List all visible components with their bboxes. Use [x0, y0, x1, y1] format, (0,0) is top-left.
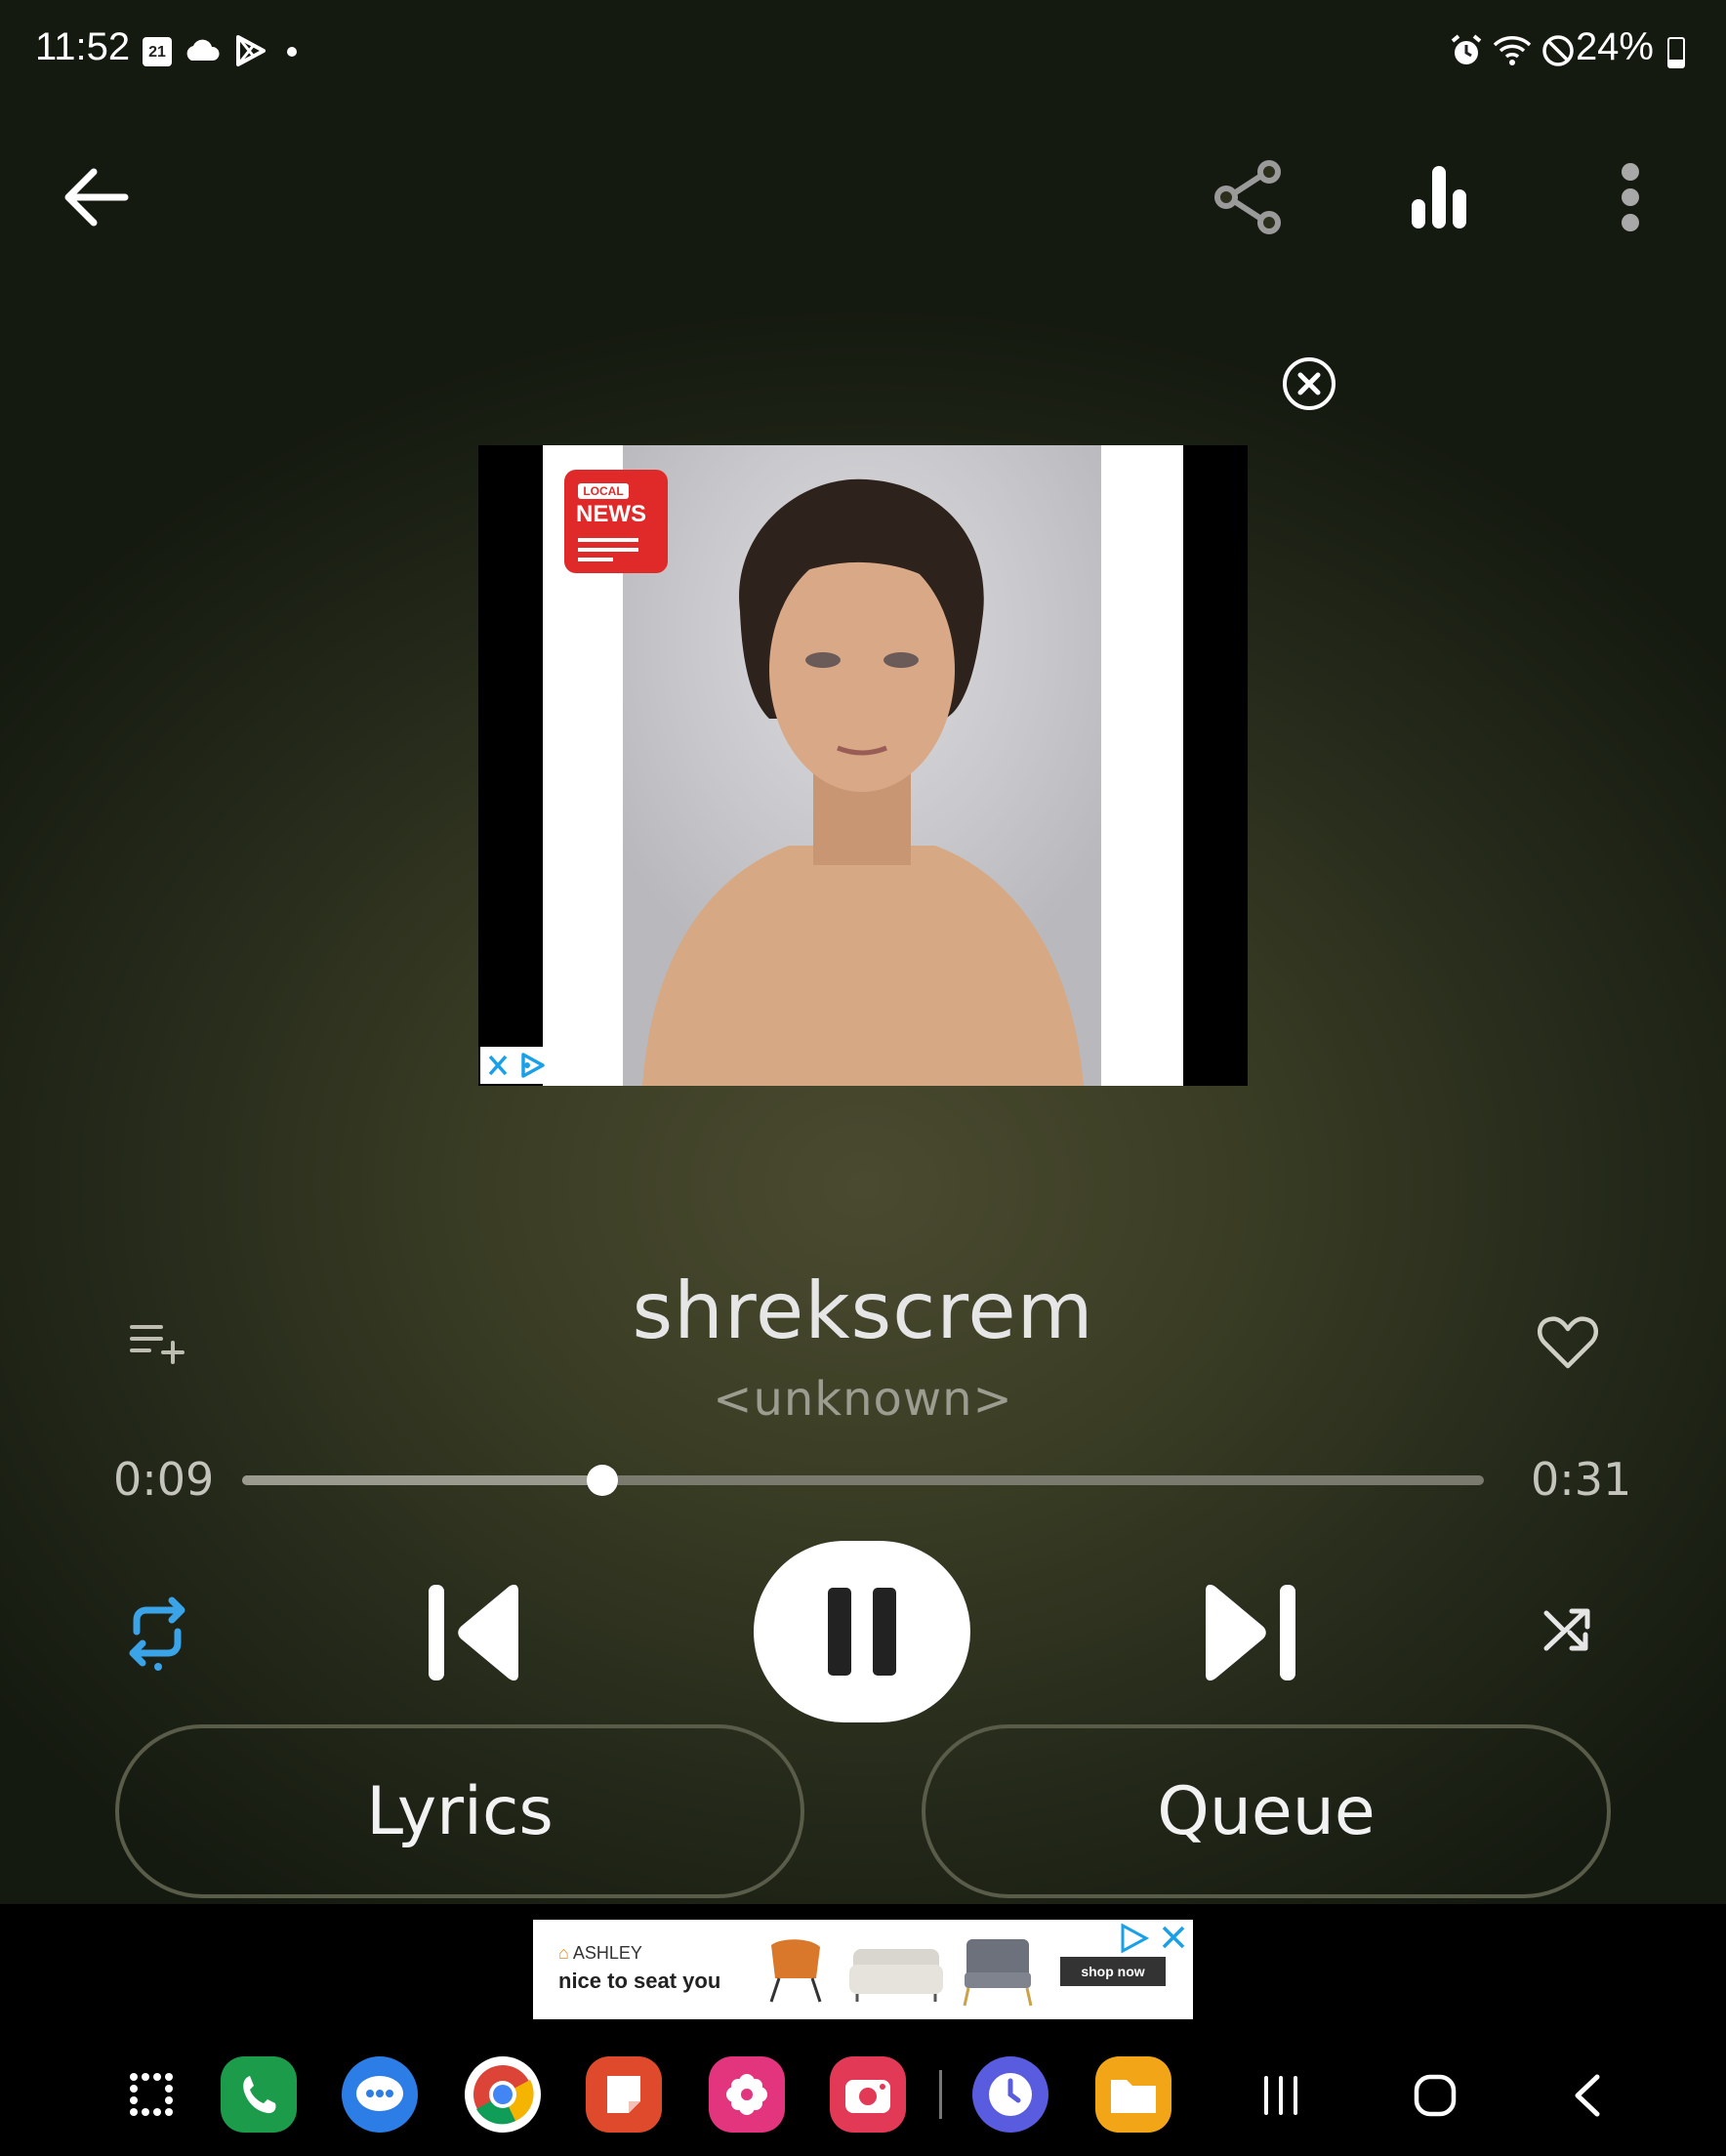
- equalizer-icon: [1412, 166, 1466, 228]
- chrome-app-icon: [473, 2065, 534, 2125]
- dock-divider: [939, 2070, 942, 2119]
- repeat-icon: [129, 1596, 185, 1671]
- ad-photo: [623, 445, 1101, 1086]
- ad-badge-big-label: NEWS: [576, 501, 646, 527]
- back-button[interactable]: [47, 148, 144, 246]
- status-bar: 11:52 21 24%: [0, 0, 1726, 107]
- song-artist: <unknown>: [713, 1372, 1013, 1427]
- messages-app-icon: [356, 2076, 403, 2111]
- cloud-icon: [186, 39, 220, 61]
- battery-icon: [1667, 37, 1685, 68]
- files-app[interactable]: [1095, 2056, 1171, 2133]
- ad-close-icon: [1283, 357, 1336, 410]
- notes-app-icon: [607, 2076, 640, 2113]
- banner-ad-choices-icon[interactable]: [1117, 1922, 1191, 1955]
- home-icon: [1414, 2074, 1457, 2117]
- messages-app[interactable]: [342, 2056, 418, 2133]
- camera-app[interactable]: [830, 2056, 906, 2133]
- clock-app-icon: [989, 2073, 1032, 2116]
- chrome-app[interactable]: [465, 2056, 541, 2133]
- total-duration: 0:31: [1531, 1453, 1632, 1506]
- share-button[interactable]: [1199, 148, 1296, 246]
- equalizer-button[interactable]: [1390, 148, 1488, 246]
- progress-fill: [242, 1475, 602, 1485]
- song-title: shrekscrem: [632, 1265, 1094, 1356]
- loveseat-illustration: [849, 1949, 943, 2002]
- camera-app-icon: [845, 2080, 890, 2113]
- more-options-button[interactable]: [1582, 148, 1679, 246]
- elapsed-time: 0:09: [113, 1453, 215, 1506]
- calendar-icon: 21: [143, 37, 172, 66]
- share-icon: [1214, 160, 1281, 234]
- more-icon: [1622, 163, 1639, 231]
- home-button[interactable]: [1396, 2058, 1474, 2133]
- ad-badge-small-label: LOCAL: [578, 483, 629, 499]
- clock-app[interactable]: [972, 2056, 1048, 2133]
- battery-percent: 24%: [1575, 25, 1654, 68]
- ad-choices-button[interactable]: [480, 1047, 556, 1084]
- status-time: 11:52: [35, 25, 131, 68]
- app-drawer-icon: [130, 2073, 173, 2116]
- notification-dot: [287, 47, 297, 57]
- alarm-icon: [1451, 34, 1482, 64]
- shuffle-button[interactable]: [1529, 1592, 1607, 1670]
- progress-thumb[interactable]: [586, 1465, 618, 1496]
- heart-icon: [1537, 1316, 1599, 1369]
- tufted-chair-illustration: [963, 1939, 1033, 2007]
- play-store-icon: [236, 35, 266, 66]
- queue-button[interactable]: Queue: [922, 1724, 1611, 1898]
- shuffle-icon: [1543, 1608, 1590, 1651]
- back-nav-icon: [1575, 2074, 1600, 2117]
- banner-tagline: nice to seat you: [558, 1969, 721, 1993]
- files-app-icon: [1111, 2080, 1156, 2113]
- gallery-app[interactable]: [709, 2056, 785, 2133]
- banner-brand-text: ASHLEY: [572, 1943, 642, 1963]
- phone-app-icon: [243, 2076, 276, 2114]
- recents-icon: [1264, 2076, 1297, 2115]
- favorite-button[interactable]: [1529, 1305, 1607, 1381]
- banner-shop-now-button[interactable]: shop now: [1060, 1957, 1166, 1986]
- ad-local-news-badge: LOCAL NEWS: [564, 470, 668, 573]
- notes-app[interactable]: [586, 2056, 662, 2133]
- calendar-day: 21: [148, 44, 166, 61]
- gallery-app-icon: [726, 2074, 767, 2115]
- app-drawer-button[interactable]: [113, 2056, 189, 2133]
- next-button[interactable]: [1193, 1576, 1306, 1689]
- phone-app[interactable]: [221, 2056, 297, 2133]
- repeat-button[interactable]: [115, 1588, 199, 1676]
- orange-chair-illustration: [769, 1939, 822, 2003]
- back-icon: [64, 168, 129, 227]
- pause-icon: [828, 1588, 896, 1676]
- do-not-disturb-icon: [1542, 35, 1574, 66]
- back-nav-button[interactable]: [1548, 2058, 1626, 2133]
- lyrics-button[interactable]: Lyrics: [115, 1724, 804, 1898]
- play-pause-button[interactable]: [754, 1541, 970, 1722]
- previous-button[interactable]: [418, 1576, 531, 1689]
- recents-button[interactable]: [1242, 2058, 1320, 2133]
- next-icon: [1206, 1584, 1295, 1681]
- previous-icon: [429, 1584, 518, 1681]
- wifi-icon: [1493, 36, 1532, 65]
- ad-choices-icon: [488, 1053, 545, 1078]
- banner-ad[interactable]: ⌂ ASHLEY nice to seat you shop now: [533, 1920, 1193, 2019]
- banner-brand: ⌂ ASHLEY: [558, 1943, 642, 1963]
- portrait-illustration: [642, 478, 1084, 1086]
- ad-close-button[interactable]: [1281, 355, 1337, 412]
